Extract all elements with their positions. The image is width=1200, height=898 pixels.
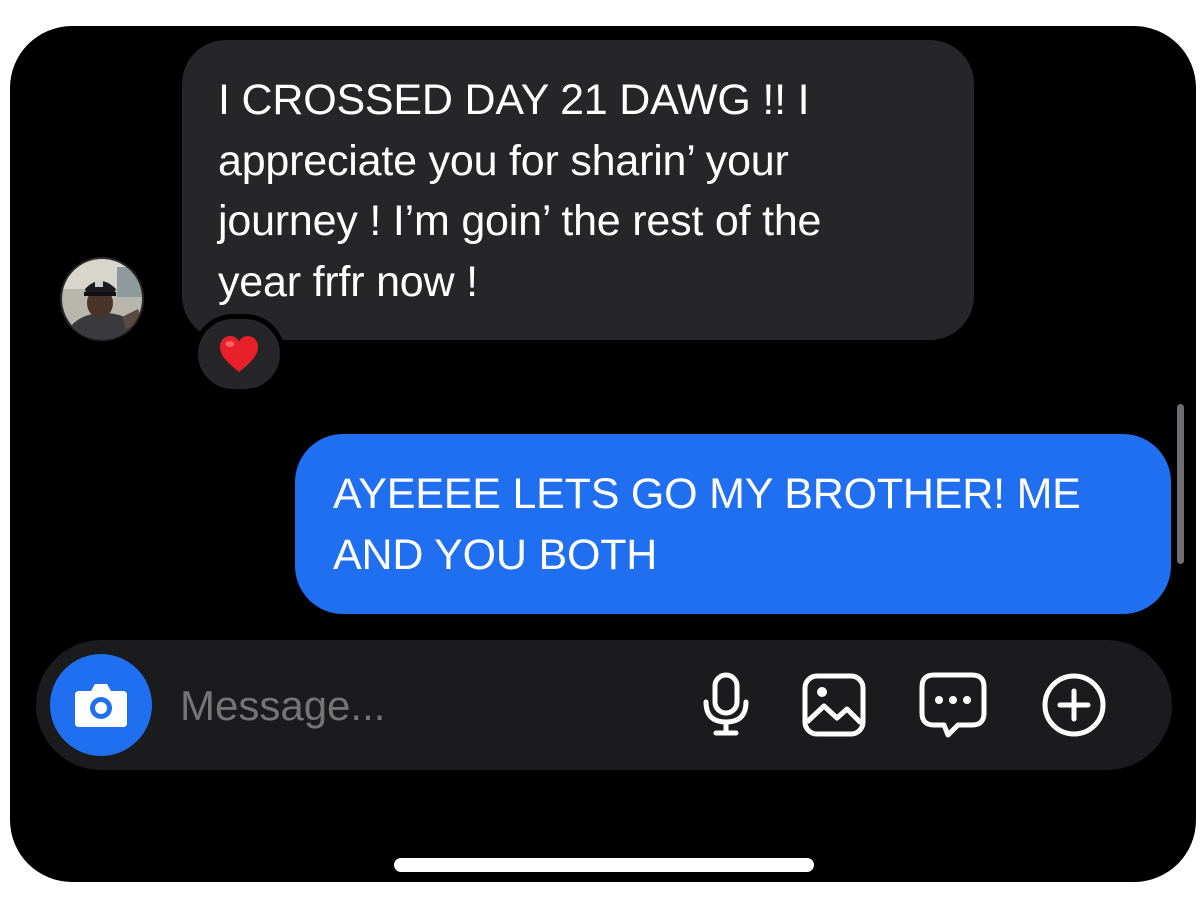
incoming-message-bubble[interactable]: I CROSSED DAY 21 DAWG !! I appreciate yo… bbox=[182, 40, 974, 340]
sender-avatar[interactable] bbox=[60, 257, 144, 341]
scrollbar[interactable] bbox=[1177, 404, 1184, 564]
camera-icon bbox=[75, 684, 127, 727]
incoming-message-line: year frfr now ! bbox=[218, 257, 478, 306]
microphone-button[interactable] bbox=[686, 665, 766, 745]
avatar-photo bbox=[62, 259, 142, 339]
message-composer bbox=[36, 640, 1172, 770]
camera-button[interactable] bbox=[50, 654, 152, 756]
incoming-message-line: I CROSSED DAY 21 DAWG !! I bbox=[218, 76, 810, 124]
chat-bubble-button[interactable] bbox=[913, 665, 993, 745]
outgoing-message-line: AYEEEE LETS GO MY BROTHER! ME bbox=[333, 470, 1081, 518]
plus-circle-icon bbox=[1042, 673, 1106, 737]
plus-button[interactable] bbox=[1034, 665, 1114, 745]
home-indicator[interactable] bbox=[394, 858, 814, 872]
gallery-button[interactable] bbox=[794, 665, 874, 745]
outgoing-message-line: AND YOU BOTH bbox=[333, 530, 658, 579]
message-input[interactable] bbox=[180, 676, 660, 736]
chat-screen: I CROSSED DAY 21 DAWG !! I appreciate yo… bbox=[10, 26, 1196, 882]
chat-bubble-icon bbox=[919, 672, 987, 738]
gallery-icon bbox=[802, 673, 866, 737]
heart-icon bbox=[220, 336, 258, 372]
microphone-icon bbox=[703, 672, 749, 736]
incoming-message-line: appreciate you for sharin’ your bbox=[218, 136, 789, 185]
incoming-message-line: journey ! I’m goin’ the rest of the bbox=[218, 197, 822, 245]
heart-reaction[interactable] bbox=[193, 314, 285, 394]
outgoing-message-bubble[interactable]: AYEEEE LETS GO MY BROTHER! ME AND YOU BO… bbox=[295, 434, 1171, 614]
